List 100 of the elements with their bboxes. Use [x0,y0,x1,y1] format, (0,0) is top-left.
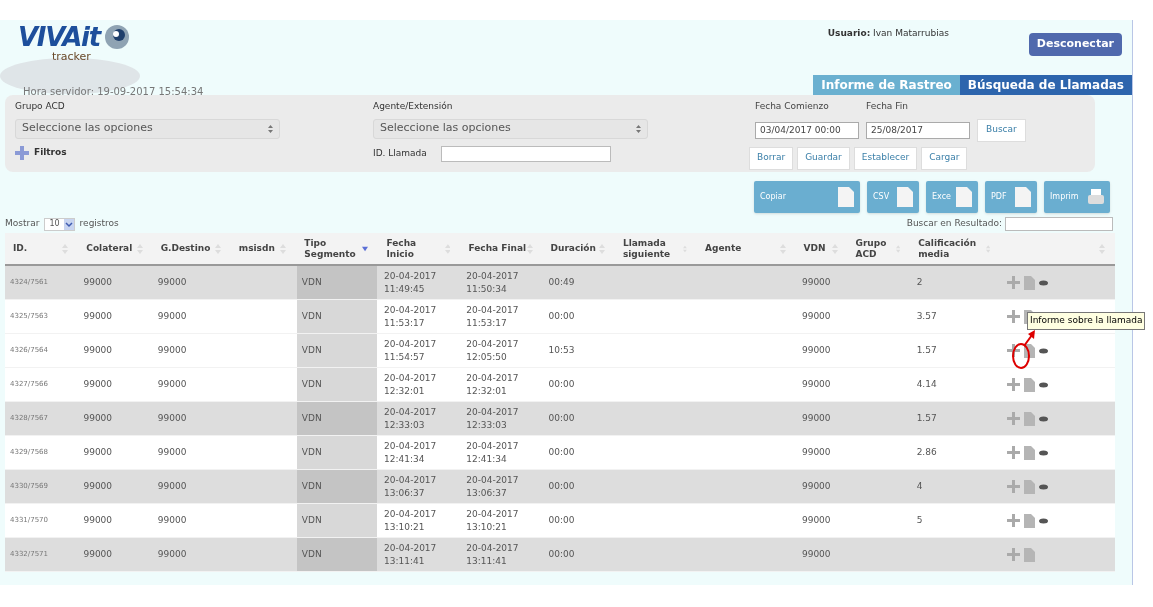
select-field[interactable]: Seleccione las opciones [373,118,648,139]
column-header[interactable]: ID. [5,233,77,264]
eye-icon[interactable] [1038,381,1048,388]
table-cell-text: 20-04-2017 11:49:45 [384,269,438,296]
eye-icon[interactable] [1038,415,1048,422]
column-header[interactable]: Tipo Segmento [296,233,377,264]
call-id-field[interactable] [440,145,611,162]
table-cell: 2.86 [916,446,937,459]
table-cell: 00:00 [548,548,575,561]
table-cell: 99000 [801,548,831,561]
column-header[interactable]: Duración [542,233,613,264]
column-header[interactable]: G.Destino [152,233,229,264]
plus-icon[interactable] [1006,378,1020,391]
select-arrows-icon [268,124,273,133]
column-header[interactable]: Grupo ACD [847,233,909,264]
table-cell: VDN [301,276,322,289]
field-label: Grupo ACD [15,100,66,113]
table-cell: VDN [301,344,322,357]
table-cell: 99000 [157,378,187,391]
table-cell-text: 20-04-2017 13:06:37 [384,473,438,500]
eye-icon[interactable] [1038,517,1048,524]
table-cell: 99000 [83,378,113,391]
table-cell: 1.57 [916,344,937,357]
column-header[interactable]: Colateral [78,233,151,264]
select-field[interactable]: Seleccione las opciones [15,118,280,139]
table-cell: 99000 [157,276,187,289]
plus-icon[interactable] [1006,344,1020,357]
search-field[interactable] [1005,217,1113,231]
table-cell-text: 20-04-2017 11:50:34 [466,269,520,296]
column-header[interactable]: Fecha Inicio [378,233,459,264]
column-header[interactable]: VDN [795,233,846,264]
table-cell: 99000 [157,548,187,561]
column-header[interactable]: Calificación media [910,233,998,264]
field-label: Fecha Fin [866,100,908,113]
table-cell: 99000 [801,378,831,391]
table-cell: 99000 [83,412,113,425]
eye-icon[interactable] [1038,347,1048,354]
logo-subtitle: tracker [52,51,91,62]
table-cell-text: 20-04-2017 13:11:41 [466,541,520,568]
filter-action-button[interactable]: Cargar [921,146,968,170]
plus-icon[interactable] [15,145,29,160]
plus-icon[interactable] [1006,514,1020,527]
field-label: ID. Llamada [373,146,427,160]
table-cell-text: 20-04-2017 13:10:21 [384,507,438,534]
search-label: Buscar en Resultado: [906,217,1002,231]
plus-icon[interactable] [1006,310,1020,323]
eye-icon[interactable] [1038,483,1048,490]
filter-action-button[interactable]: Establecer [853,146,918,170]
table-cell: 99000 [801,310,831,323]
table-cell-text: 20-04-2017 13:11:41 [384,541,438,568]
column-header[interactable]: Fecha Final [460,233,541,264]
table-cell: 00:00 [548,378,575,391]
table-cell: 4 [916,480,923,493]
table-cell: 99000 [83,276,113,289]
filters-link[interactable]: Filtros [34,145,67,160]
table-cell-text: 20-04-2017 13:10:21 [466,507,520,534]
filter-action-button[interactable]: Borrar [749,146,794,170]
table-cell-text: 20-04-2017 12:05:50 [466,337,520,364]
table-cell: 99000 [801,480,831,493]
user-info: Usuario: Ivan Matarrubias [827,27,949,40]
table-cell-text: 20-04-2017 12:32:01 [384,371,438,398]
column-header[interactable]: Agente [696,233,794,264]
table-cell: 99000 [801,412,831,425]
table-cell: 99000 [157,446,187,459]
table-cell: 99000 [83,344,113,357]
table-cell-text: 20-04-2017 12:41:34 [466,439,520,466]
column-header[interactable]: msisdn [230,233,295,264]
table-cell: 99000 [801,514,831,527]
table-cell: VDN [301,548,322,561]
dropdown-caret-icon [63,218,74,230]
table-cell: 99000 [801,344,831,357]
printer-icon [1088,187,1104,207]
start-date-field[interactable]: 03/04/2017 00:00 [755,121,859,139]
plus-icon[interactable] [1006,446,1020,459]
search-button[interactable]: Buscar [977,118,1026,142]
column-header[interactable]: Llamada siguiente [614,233,695,264]
table-cell: VDN [301,412,322,425]
table-cell-text: 20-04-2017 11:54:57 [384,337,438,364]
tooltip: Informe sobre la llamada [1027,312,1146,330]
table-cell: 99000 [157,310,187,323]
document-icon[interactable] [1023,343,1035,358]
table-cell: 99000 [157,514,187,527]
field-label: Agente/Extensión [373,100,454,113]
tab[interactable]: Búsqueda de Llamadas [959,75,1132,95]
field-label: Fecha Comienzo [755,100,830,113]
table-cell: VDN [301,378,322,391]
table-cell: 3.57 [916,310,937,323]
eye-icon[interactable] [1038,279,1048,286]
eye-icon[interactable] [1038,449,1048,456]
file-icon [897,187,913,207]
table-cell: 99000 [157,480,187,493]
table-cell: 00:00 [548,412,575,425]
table-cell: 99000 [83,514,113,527]
page-size-select[interactable]: 10 [44,217,75,231]
table-cell: VDN [301,480,322,493]
table-cell: 2 [916,276,923,289]
table-cell: 4.14 [916,378,937,391]
logout-button[interactable]: Desconectar [1028,33,1122,56]
filter-action-button[interactable]: Guardar [797,146,850,170]
end-date-field[interactable]: 25/08/2017 [866,121,970,139]
